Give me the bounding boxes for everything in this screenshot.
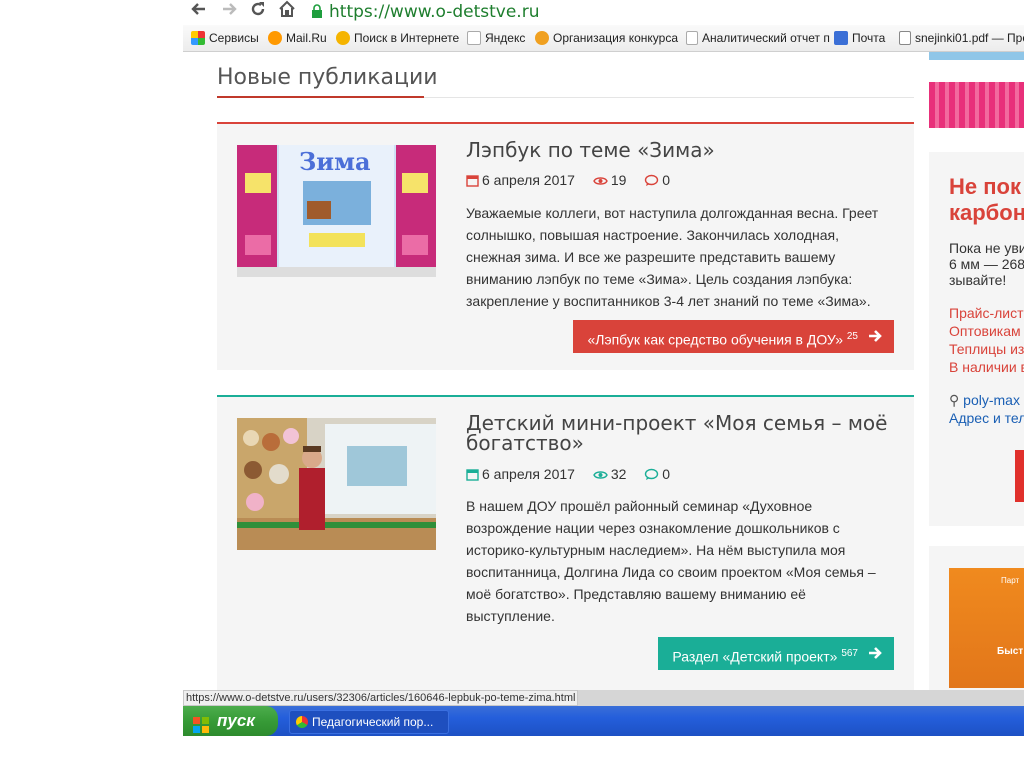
calendar-icon [466, 175, 479, 187]
contest-icon [535, 31, 549, 45]
ad-banner-top[interactable] [929, 52, 1024, 60]
ad-button[interactable] [1015, 450, 1024, 502]
eye-icon [593, 471, 608, 479]
ad-link[interactable]: Оптовикам [949, 322, 1024, 340]
ad-text: Пока не уви 6 мм — 268 зывайте! [949, 240, 1024, 288]
article-views: 32 [593, 466, 626, 482]
sidebar: Не пок карбон Пока не уви 6 мм — 268 зывайт… [929, 52, 1024, 692]
section-title-underline [217, 96, 424, 98]
ad-product-image[interactable] [929, 82, 1024, 128]
lock-icon [312, 4, 322, 18]
address-bar[interactable]: https://www.o-detstve.ru [329, 1, 539, 23]
arrow-right-icon [869, 647, 882, 659]
article-excerpt: В нашем ДОУ прошёл районный семинар «Дух… [466, 498, 876, 624]
browser-toolbar: https://www.o-detstve.ru [183, 0, 1024, 24]
article-comments: 0 [644, 172, 670, 188]
bookmark-yandex[interactable]: Яндекс [467, 31, 525, 47]
article-comments: 0 [644, 466, 670, 482]
promo-image[interactable]: Парт Быст [949, 568, 1024, 688]
search-icon [336, 31, 350, 45]
category-button[interactable]: «Лэпбук как средство обучения в ДОУ» 25 [573, 320, 894, 353]
arrow-right-icon [869, 330, 882, 342]
bookmark-report[interactable]: Аналитический отчет п [686, 31, 830, 47]
article-title[interactable]: Лэпбук по теме «Зима» [466, 140, 896, 160]
ad-link[interactable]: В наличии в [949, 358, 1024, 376]
bookmark-mail[interactable]: Почта [834, 31, 885, 47]
category-button[interactable]: Раздел «Детский проект» 567 [658, 637, 894, 670]
article-thumbnail[interactable]: Зима [237, 145, 436, 277]
apps-icon [191, 31, 205, 45]
article-excerpt: Уважаемые коллеги, вот наступила долгожд… [466, 205, 879, 309]
ad-title: Не пок карбон [949, 174, 1024, 225]
page-icon [686, 31, 698, 45]
windows-logo-icon [193, 713, 209, 733]
taskbar: пуск Педагогический пор... [183, 706, 1024, 736]
ad-link[interactable]: Теплицы из [949, 340, 1024, 358]
article-card: Зима Лэпбук по теме «Зима» 6 апреля 2017… [217, 122, 914, 370]
article-title[interactable]: Детский мини-проект «Моя семья – моё бог… [466, 413, 896, 453]
start-button[interactable]: пуск [183, 706, 278, 736]
forward-icon[interactable] [217, 0, 241, 22]
ad-link[interactable]: Прайс-лист [949, 304, 1024, 322]
bookmarks-bar: Сервисы Mail.Ru Поиск в Интернете Яндекс… [183, 25, 1024, 52]
bookmark-contest[interactable]: Организация конкурса [535, 31, 678, 47]
document-icon [899, 31, 911, 45]
bookmark-pdf[interactable]: snejinki01.pdf — Прос [899, 31, 1024, 47]
card-accent-bar [217, 395, 914, 397]
calendar-icon [466, 469, 479, 481]
ad-links: Прайс-лист Оптовикам Теплицы из В наличи… [949, 304, 1024, 376]
bookmark-services[interactable]: Сервисы [191, 31, 259, 47]
browser-chrome: https://www.o-detstve.ru Сервисы Mail.Ru… [183, 0, 1024, 52]
eye-icon [593, 177, 608, 185]
section-title: Новые публикации [217, 65, 438, 90]
back-icon[interactable] [187, 0, 211, 22]
article-card: Детский мини-проект «Моя семья – моё бог… [217, 395, 914, 692]
card-accent-bar [217, 122, 914, 124]
comment-icon [645, 174, 659, 186]
page-content: Новые публикации Зима Лэпбук по теме «Зи [183, 52, 1024, 692]
search-icon: ⚲ [949, 392, 960, 408]
article-thumbnail[interactable] [237, 418, 436, 550]
thumbnail-caption: Зима [299, 147, 371, 176]
bookmark-mailru[interactable]: Mail.Ru [268, 31, 327, 47]
bookmark-search[interactable]: Поиск в Интернете [336, 31, 459, 47]
article-date: 6 апреля 2017 [466, 466, 575, 482]
comment-icon [645, 468, 659, 480]
article-meta: 6 апреля 2017 32 0 [466, 466, 684, 482]
mail-icon [834, 31, 848, 45]
ad-contact-link[interactable]: Адрес и тел [949, 410, 1024, 426]
article-meta: 6 апреля 2017 19 0 [466, 172, 684, 188]
article-date: 6 апреля 2017 [466, 172, 575, 188]
taskbar-item-browser[interactable]: Педагогический пор... [289, 710, 449, 734]
article-views: 19 [593, 172, 626, 188]
status-bar-url: https://www.o-detstve.ru/users/32306/art… [183, 690, 579, 706]
home-icon[interactable] [275, 0, 299, 22]
page-icon [467, 31, 481, 45]
ad-site-link[interactable]: ⚲ poly-max [949, 392, 1020, 409]
chrome-icon [296, 716, 308, 728]
mailru-icon [268, 31, 282, 45]
reload-icon[interactable] [246, 0, 270, 22]
